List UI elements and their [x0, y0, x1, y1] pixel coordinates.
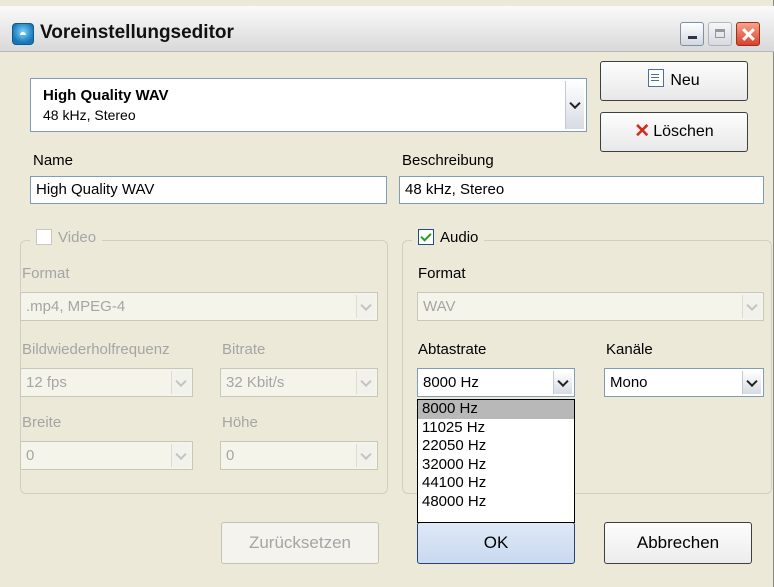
name-label: Name	[33, 152, 74, 169]
audio-checkbox[interactable]	[418, 229, 434, 245]
chevron-down-icon[interactable]	[553, 371, 572, 394]
samplerate-option[interactable]: 48000 Hz	[418, 493, 574, 512]
chevron-down-icon	[356, 371, 375, 394]
delete-button-label: Löschen	[653, 123, 714, 140]
audio-label: Audio	[440, 229, 479, 246]
height-label: Höhe	[222, 414, 258, 431]
preset-selector[interactable]: High Quality WAV 48 kHz, Stereo	[30, 78, 587, 132]
delete-x-icon: ✕	[634, 121, 651, 142]
new-button-label: Neu	[670, 72, 700, 89]
samplerate-option[interactable]: 32000 Hz	[418, 456, 574, 475]
bitrate-value: 32 Kbit/s	[226, 374, 285, 391]
minimize-button[interactable]	[680, 22, 704, 46]
height-stepper[interactable]: 0	[220, 441, 378, 470]
close-button[interactable]	[736, 22, 760, 46]
delete-button[interactable]: ✕ Löschen	[600, 112, 748, 152]
width-value: 0	[26, 447, 35, 464]
width-label: Breite	[22, 414, 62, 431]
samplerate-option[interactable]: 44100 Hz	[418, 474, 574, 493]
chevron-down-icon	[171, 371, 190, 394]
chevron-down-icon	[742, 295, 761, 318]
ok-button[interactable]: OK	[417, 522, 575, 564]
name-field[interactable]: High Quality WAV	[30, 176, 387, 204]
audio-format-dropdown[interactable]: WAV	[417, 292, 764, 321]
document-icon	[648, 69, 665, 87]
chevron-down-icon	[356, 295, 375, 318]
preset-name: High Quality WAV	[43, 87, 169, 104]
channels-dropdown[interactable]: Mono	[604, 368, 764, 397]
bitrate-dropdown[interactable]: 32 Kbit/s	[220, 368, 378, 397]
cancel-button[interactable]: Abbrechen	[604, 522, 752, 564]
video-checkbox[interactable]	[36, 229, 52, 245]
title-bar[interactable]: ◓ Voreinstellungseditor	[0, 6, 774, 52]
bitrate-label: Bitrate	[222, 341, 266, 358]
video-format-dropdown[interactable]: .mp4, MPEG-4	[20, 292, 378, 321]
maximize-button[interactable]	[708, 22, 732, 46]
window-title: Voreinstellungseditor	[40, 22, 234, 43]
video-group-header[interactable]: Video	[30, 229, 103, 246]
audio-format-label: Format	[418, 265, 466, 282]
preset-description: 48 kHz, Stereo	[43, 107, 136, 123]
preset-editor-window: ◓ Voreinstellungseditor High Quality WAV…	[0, 0, 774, 587]
audio-group-header[interactable]: Audio	[412, 229, 485, 246]
audio-format-value: WAV	[423, 298, 456, 315]
height-value: 0	[226, 447, 235, 464]
video-label: Video	[58, 229, 97, 246]
app-icon: ◓	[12, 23, 34, 45]
reset-button[interactable]: Zurücksetzen	[221, 522, 379, 564]
description-label: Beschreibung	[402, 152, 494, 169]
description-field[interactable]: 48 kHz, Stereo	[399, 176, 764, 204]
chevron-down-icon[interactable]	[565, 81, 584, 129]
chevron-down-icon	[356, 444, 375, 467]
samplerate-option[interactable]: 22050 Hz	[418, 437, 574, 456]
width-stepper[interactable]: 0	[20, 441, 193, 470]
samplerate-option[interactable]: 11025 Hz	[418, 419, 574, 438]
channels-label: Kanäle	[606, 341, 653, 358]
framerate-label: Bildwiederholfrequenz	[22, 341, 170, 358]
channels-value: Mono	[610, 374, 648, 391]
samplerate-dropdown[interactable]: 8000 Hz	[417, 368, 575, 397]
framerate-value: 12 fps	[26, 374, 67, 391]
samplerate-value: 8000 Hz	[423, 374, 479, 391]
chevron-down-icon	[171, 444, 190, 467]
framerate-dropdown[interactable]: 12 fps	[20, 368, 193, 397]
chevron-down-icon[interactable]	[742, 371, 761, 394]
new-button[interactable]: Neu	[600, 61, 748, 101]
video-format-label: Format	[22, 265, 70, 282]
samplerate-dropdown-list[interactable]: 8000 Hz 11025 Hz 22050 Hz 32000 Hz 44100…	[417, 399, 575, 523]
samplerate-label: Abtastrate	[418, 341, 487, 358]
samplerate-option[interactable]: 8000 Hz	[418, 400, 574, 419]
video-format-value: .mp4, MPEG-4	[26, 298, 126, 315]
